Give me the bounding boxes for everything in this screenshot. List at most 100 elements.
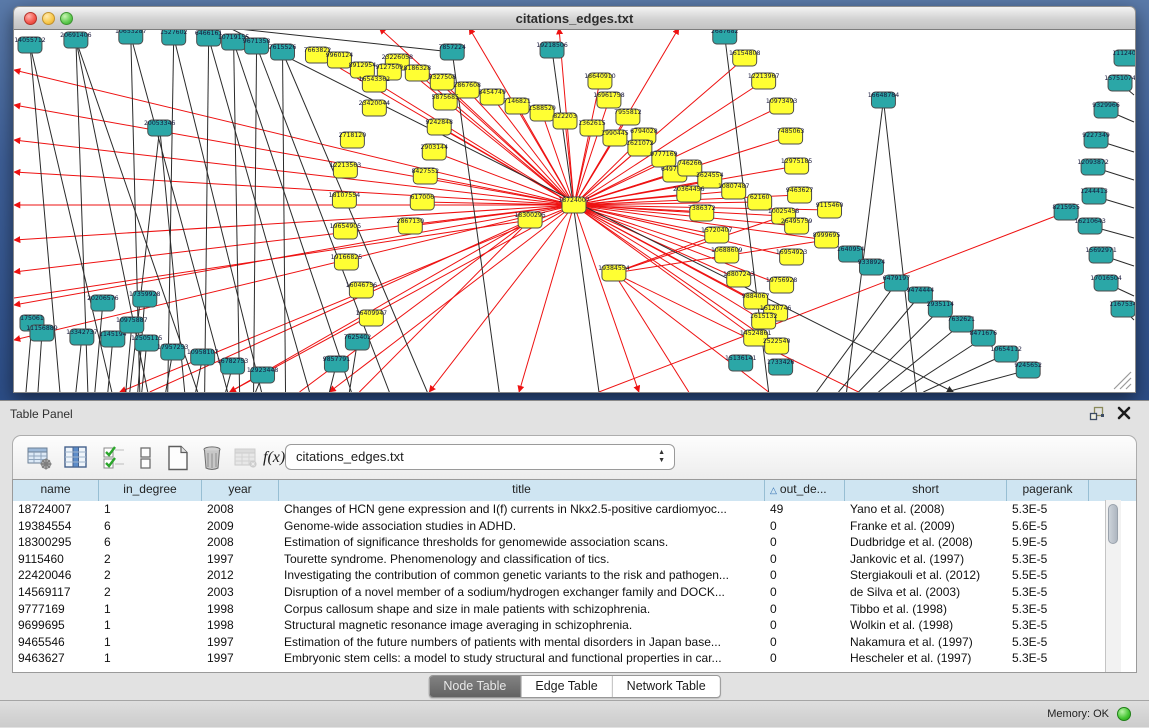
network-node[interactable]: 20691406 <box>60 32 92 48</box>
column-header-short[interactable]: short <box>845 480 1007 501</box>
network-node[interactable]: 8186328 <box>404 65 432 81</box>
network-edge[interactable] <box>234 42 240 392</box>
network-node[interactable]: 12213563 <box>330 162 362 178</box>
table-row[interactable]: 911546021997Tourette syndrome. Phenomeno… <box>13 551 1136 568</box>
table-row[interactable]: 969969511998Structural magnetic resonanc… <box>13 617 1136 634</box>
network-node[interactable]: 17957253 <box>157 344 189 360</box>
network-edge[interactable] <box>174 37 262 392</box>
network-edge[interactable] <box>14 105 574 205</box>
network-edge[interactable] <box>205 38 209 392</box>
delete-table-icon[interactable] <box>233 444 259 472</box>
network-node[interactable]: 1588520 <box>528 105 556 121</box>
network-edge[interactable] <box>168 37 174 392</box>
network-node[interactable]: 16409947 <box>356 310 388 326</box>
network-edge[interactable] <box>359 220 530 392</box>
float-panel-icon[interactable] <box>1089 406 1105 421</box>
network-node[interactable]: 2903144 <box>420 144 448 160</box>
network-node[interactable]: 12975185 <box>781 158 813 174</box>
network-node[interactable]: 822203 <box>553 113 577 129</box>
network-node[interactable]: 16782753 <box>217 358 249 374</box>
network-node[interactable]: 19756928 <box>766 277 798 293</box>
tab-network-table[interactable]: Network Table <box>613 676 720 697</box>
network-node[interactable]: 7386372 <box>688 205 716 221</box>
network-node[interactable]: 17016504 <box>1090 275 1122 291</box>
column-header-title[interactable]: title <box>279 480 765 501</box>
network-node[interactable]: 7625402 <box>344 334 372 350</box>
network-node[interactable]: 14055712 <box>14 37 46 53</box>
column-header-in-degree[interactable]: in_degree <box>99 480 202 501</box>
network-edge[interactable] <box>574 128 592 205</box>
network-node[interactable]: 9245652 <box>1014 362 1042 378</box>
network-node[interactable]: 9777169 <box>650 151 678 167</box>
network-node[interactable]: 10688609 <box>711 247 743 263</box>
network-edge[interactable] <box>38 333 42 392</box>
network-node[interactable]: 1167534 <box>1109 301 1135 317</box>
create-column-icon[interactable] <box>165 444 191 472</box>
network-node[interactable]: 13342737 <box>66 329 98 345</box>
close-panel-icon[interactable] <box>1117 406 1131 420</box>
network-node[interactable]: 12923448 <box>247 367 279 383</box>
network-node[interactable]: 1112404 <box>1112 50 1135 66</box>
network-node[interactable]: 20053346 <box>144 120 176 136</box>
column-header-out-de-[interactable]: △out_de... <box>765 480 845 501</box>
network-edge[interactable] <box>552 50 599 392</box>
network-edge[interactable] <box>839 295 921 392</box>
scrollbar-thumb[interactable] <box>1108 504 1118 544</box>
network-edge[interactable] <box>883 100 916 392</box>
network-node[interactable]: 9329966 <box>1092 102 1120 118</box>
network-node[interactable]: 18640910 <box>584 73 616 89</box>
network-node[interactable]: 18724007 <box>558 197 590 213</box>
network-node[interactable]: 20206576 <box>87 295 119 311</box>
network-node[interactable]: 11156889 <box>26 325 58 341</box>
network-node[interactable]: 16648784 <box>868 92 900 108</box>
resize-grip-icon[interactable] <box>1114 372 1131 389</box>
network-edge[interactable] <box>254 46 257 392</box>
table-row[interactable]: 946554611997Estimation of the future num… <box>13 634 1136 651</box>
network-node[interactable]: 16154808 <box>729 50 761 66</box>
network-node[interactable]: 18300295 <box>514 212 546 228</box>
network-node[interactable]: 19218506 <box>536 42 568 58</box>
network-node[interactable]: 16961758 <box>593 92 625 108</box>
network-node[interactable]: 18107554 <box>329 192 361 208</box>
table-mode-icon[interactable] <box>27 444 53 472</box>
network-node[interactable]: 10975887 <box>116 317 148 333</box>
network-node[interactable]: 2687682 <box>711 30 739 44</box>
column-header-year[interactable]: year <box>202 480 279 501</box>
network-window[interactable]: citations_edges.txt 14055712206914061065… <box>13 6 1136 393</box>
network-node[interactable]: 23420044 <box>359 100 391 116</box>
table-row[interactable]: 946362711997Embryonic stem cells: a mode… <box>13 650 1136 667</box>
network-node[interactable]: 9857791 <box>323 356 351 372</box>
tab-edge-table[interactable]: Edge Table <box>521 676 612 697</box>
network-node[interactable]: 20364456 <box>673 186 705 202</box>
network-edge[interactable] <box>209 38 310 392</box>
network-node[interactable]: 9327508 <box>428 74 456 90</box>
network-node[interactable]: 17359928 <box>129 291 161 307</box>
network-node[interactable]: 16046756 <box>346 282 378 298</box>
network-node[interactable]: 16210643 <box>1074 218 1106 234</box>
network-node[interactable]: 12093872 <box>1077 159 1109 175</box>
network-node[interactable]: 1527602 <box>160 30 188 45</box>
network-node[interactable]: 10654112 <box>990 346 1022 362</box>
column-header-name[interactable]: name <box>13 480 99 501</box>
unselect-all-columns-icon[interactable] <box>133 444 159 472</box>
network-node[interactable]: 1615132 <box>750 313 778 329</box>
network-node[interactable]: 1244413 <box>1080 188 1108 204</box>
network-node[interactable]: 7615526 <box>269 44 297 60</box>
network-graph[interactable]: 1405571220691406106532871527602646616110… <box>14 30 1135 392</box>
network-edge[interactable] <box>519 205 574 392</box>
table-row[interactable]: 1456911722003Disruption of a novel membe… <box>13 584 1136 601</box>
network-node[interactable]: 617006 <box>410 194 434 210</box>
network-node[interactable]: 7485063 <box>777 128 805 144</box>
table-row[interactable]: 1872400712008Changes of HCN gene express… <box>13 501 1136 518</box>
network-node[interactable]: 2867130 <box>397 218 425 234</box>
delete-columns-icon[interactable] <box>199 444 225 472</box>
network-node[interactable]: 1733426 <box>767 359 795 375</box>
network-node[interactable]: 16954923 <box>776 249 808 265</box>
network-node[interactable]: 8471676 <box>970 330 998 346</box>
select-all-columns-icon[interactable] <box>101 444 127 472</box>
network-node[interactable]: 10807487 <box>718 183 750 199</box>
network-edge[interactable] <box>283 52 286 392</box>
network-node[interactable]: 9227349 <box>1082 132 1110 148</box>
network-node[interactable]: 19384554 <box>598 265 630 281</box>
network-node[interactable]: 5875685 <box>431 94 459 110</box>
